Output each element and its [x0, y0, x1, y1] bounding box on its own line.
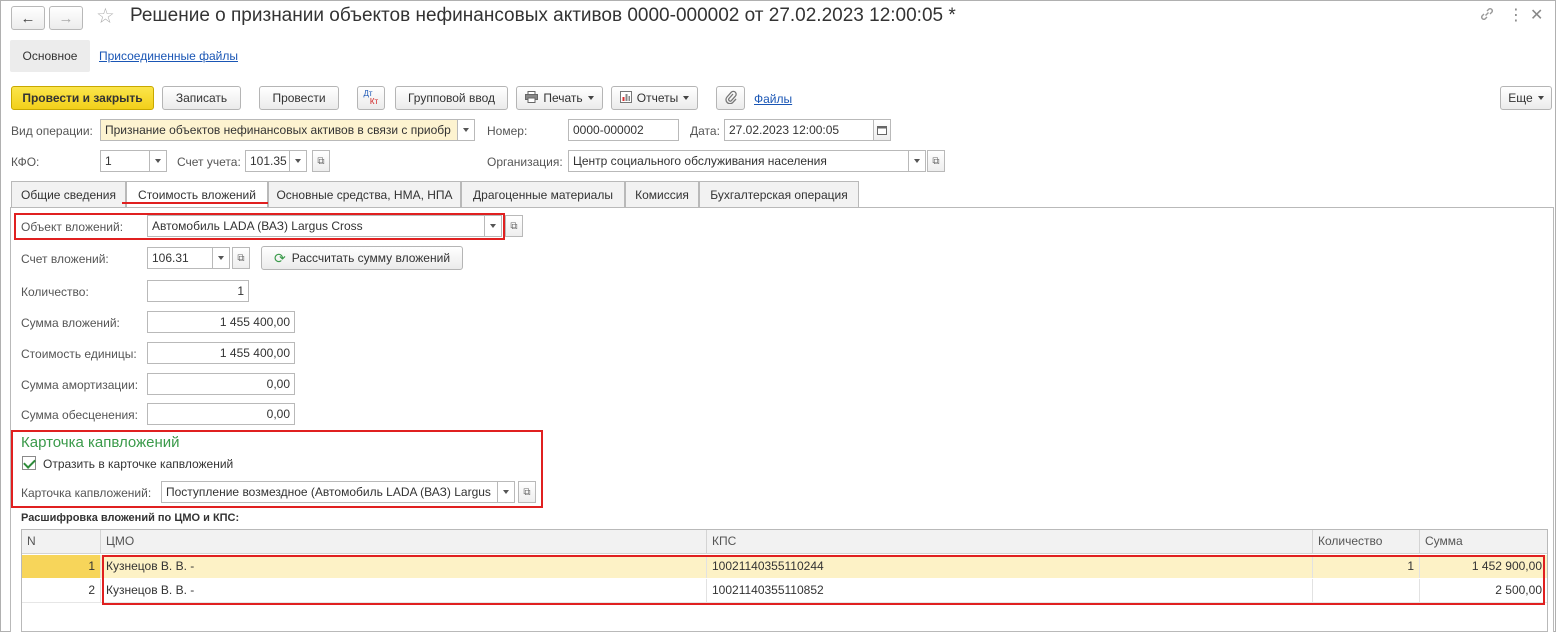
account-field[interactable]: 101.35 [245, 150, 290, 172]
op-type-dropdown[interactable] [457, 119, 475, 141]
capcard-open-icon[interactable]: ⧉ [518, 481, 536, 503]
reflect-checkbox-label: Отразить в карточке капвложений [43, 457, 234, 471]
more-button[interactable]: Еще [1500, 86, 1552, 110]
col-header-n[interactable]: N [22, 530, 101, 554]
window-title: Решение о признании объектов нефинансовы… [130, 5, 956, 26]
impair-field[interactable]: 0,00 [147, 403, 295, 425]
capcard-title: Карточка капвложений [21, 434, 180, 451]
object-field[interactable]: Автомобиль LADA (ВАЗ) Largus Cross [147, 215, 485, 237]
subnav-main[interactable]: Основное [10, 40, 90, 72]
impair-label: Сумма обесценения: [21, 408, 138, 422]
col-header-kps[interactable]: КПС [707, 530, 1313, 554]
account-dropdown[interactable] [289, 150, 307, 172]
col-header-cmo[interactable]: ЦМО [101, 530, 707, 554]
col-header-qty[interactable]: Количество [1313, 530, 1420, 554]
tab-accounting-operation[interactable]: Бухгалтерская операция [699, 181, 859, 207]
amort-field[interactable]: 0,00 [147, 373, 295, 395]
reports-label: Отчеты [636, 91, 679, 105]
attach-button[interactable] [716, 86, 745, 110]
arrow-left-icon: ← [20, 9, 36, 27]
files-link[interactable]: Файлы [754, 92, 792, 106]
dt-kt-bottom: Кт [369, 97, 379, 106]
star-icon[interactable]: ☆ [96, 4, 115, 29]
unit-cost-label: Стоимость единицы: [21, 347, 137, 361]
reflect-checkbox[interactable] [22, 456, 36, 470]
invest-account-open-icon[interactable]: ⧉ [232, 247, 250, 269]
refresh-icon: ⟳ [273, 249, 286, 266]
tab-general[interactable]: Общие сведения [11, 181, 126, 207]
number-label: Номер: [487, 124, 528, 138]
date-label: Дата: [690, 124, 720, 138]
printer-icon [525, 90, 539, 106]
back-button[interactable]: ← [11, 6, 45, 30]
capcard-field[interactable]: Поступление возмездное (Автомобиль LADA … [161, 481, 498, 503]
arrow-right-icon: → [58, 9, 74, 27]
highlight-table-rows [102, 555, 1545, 605]
print-label: Печать [543, 91, 583, 105]
post-button[interactable]: Провести [259, 86, 339, 110]
kfo-dropdown[interactable] [149, 150, 167, 172]
sum-field[interactable]: 1 455 400,00 [147, 311, 295, 333]
capcard-label: Карточка капвложений: [21, 486, 152, 500]
reports-button[interactable]: Отчеты [611, 86, 698, 110]
post-and-close-button[interactable]: Провести и закрыть [11, 86, 154, 110]
capcard-dropdown[interactable] [497, 481, 515, 503]
dt-kt-button[interactable]: Дт Кт [357, 86, 385, 110]
object-dropdown[interactable] [484, 215, 502, 237]
object-open-icon[interactable]: ⧉ [505, 215, 523, 237]
org-field[interactable]: Центр социального обслуживания населения [568, 150, 909, 172]
paperclip-icon [724, 90, 737, 107]
number-field[interactable]: 0000-000002 [568, 119, 679, 141]
calc-sum-button[interactable]: ⟳ Рассчитать сумму вложений [261, 246, 463, 270]
table-row-1-n[interactable]: 1 [22, 555, 101, 578]
table-row-2-n[interactable]: 2 [22, 579, 101, 602]
account-label: Счет учета: [177, 155, 241, 169]
op-type-label: Вид операции: [11, 124, 93, 138]
subnav-attached-files[interactable]: Присоединенные файлы [99, 49, 238, 63]
op-type-field[interactable]: Признание объектов нефинансовых активов … [100, 119, 458, 141]
qty-label: Количество: [21, 285, 89, 299]
unit-cost-field[interactable]: 1 455 400,00 [147, 342, 295, 364]
invest-account-label: Счет вложений: [21, 252, 109, 266]
org-label: Организация: [487, 155, 563, 169]
table-title: Расшифровка вложений по ЦМО и КПС: [21, 512, 240, 524]
save-button[interactable]: Записать [162, 86, 241, 110]
kfo-field[interactable]: 1 [100, 150, 150, 172]
tab-precious-materials[interactable]: Драгоценные материалы [461, 181, 625, 207]
group-input-button[interactable]: Групповой ввод [395, 86, 508, 110]
print-button[interactable]: Печать [516, 86, 603, 110]
qty-field[interactable]: 1 [147, 280, 249, 302]
object-label: Объект вложений: [21, 220, 124, 234]
account-open-icon[interactable]: ⧉ [312, 150, 330, 172]
close-icon[interactable]: ✕ [1530, 5, 1543, 25]
report-icon [619, 90, 632, 106]
calendar-icon[interactable] [873, 119, 891, 141]
kfo-label: КФО: [11, 155, 40, 169]
invest-account-field[interactable]: 106.31 [147, 247, 213, 269]
forward-button[interactable]: → [49, 6, 83, 30]
col-header-sum[interactable]: Сумма [1420, 530, 1547, 554]
sum-label: Сумма вложений: [21, 316, 120, 330]
link-icon[interactable] [1479, 6, 1495, 26]
calc-sum-label: Рассчитать сумму вложений [291, 251, 451, 265]
tab-fixed-assets[interactable]: Основные средства, НМА, НПА [268, 181, 461, 207]
date-field[interactable]: 27.02.2023 12:00:05 [724, 119, 874, 141]
tab-commission[interactable]: Комиссия [625, 181, 699, 207]
org-open-icon[interactable]: ⧉ [927, 150, 945, 172]
org-dropdown[interactable] [908, 150, 926, 172]
more-label: Еще [1508, 91, 1533, 105]
active-tab-underline [122, 202, 268, 204]
invest-account-dropdown[interactable] [212, 247, 230, 269]
more-vertical-icon[interactable]: ⋮ [1508, 5, 1524, 25]
amort-label: Сумма амортизации: [21, 378, 139, 392]
